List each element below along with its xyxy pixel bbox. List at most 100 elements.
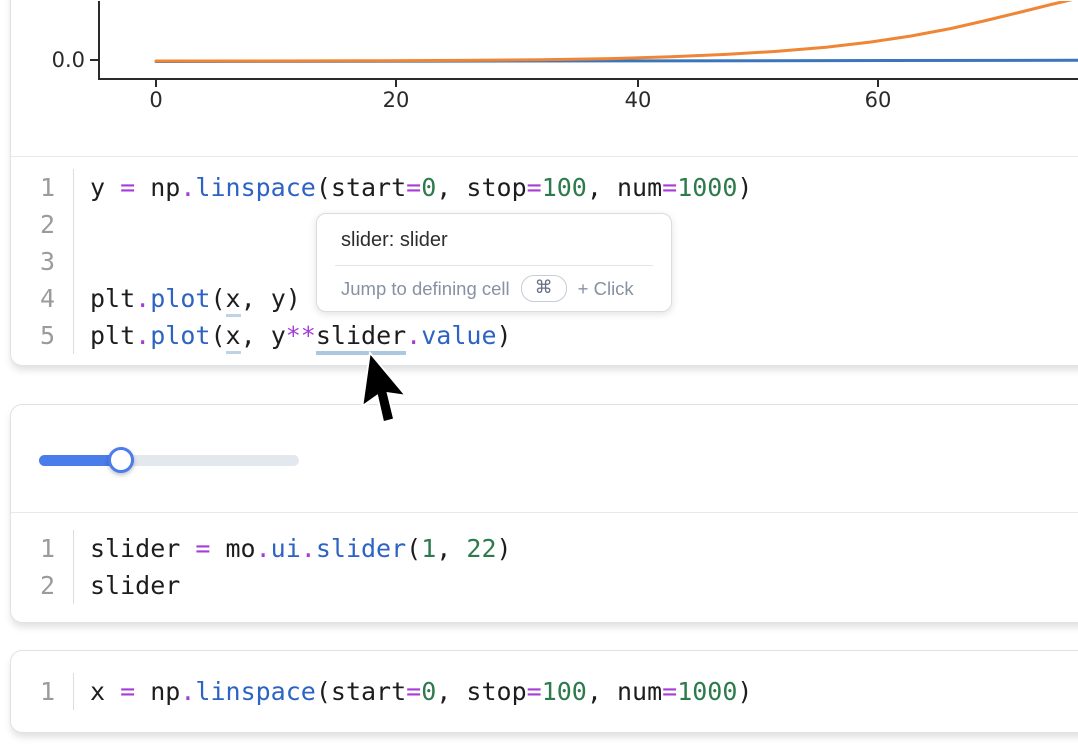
- y-axis-tick: [90, 59, 98, 61]
- x-axis-tick: [877, 80, 879, 87]
- code-token: =: [120, 173, 135, 202]
- code-text: y = np.linspace(start=0, stop=100, num=1…: [74, 169, 752, 206]
- code-token: =: [406, 173, 421, 202]
- code-token: plt: [90, 284, 135, 313]
- code-editor-x[interactable]: 1x = np.linspace(start=0, stop=100, num=…: [11, 673, 1078, 710]
- code-text: slider = mo.ui.slider(1, 22): [74, 530, 512, 567]
- code-token: [135, 173, 150, 202]
- code-token: [256, 321, 271, 350]
- line-number: 2: [11, 567, 74, 604]
- variable-reference[interactable]: x: [226, 321, 241, 354]
- variable-tooltip: slider: slider Jump to defining cell ⌘ +…: [316, 213, 672, 312]
- code-token: =: [527, 173, 542, 202]
- code-token: ,: [436, 534, 451, 563]
- slider-track[interactable]: [39, 455, 299, 466]
- code-token: linspace: [195, 677, 315, 706]
- code-token: mo: [226, 534, 256, 563]
- code-token: .: [180, 677, 195, 706]
- code-token: [135, 677, 150, 706]
- code-token: [105, 677, 120, 706]
- code-token: ): [286, 284, 301, 313]
- code-token: y: [90, 173, 105, 202]
- code-token: [451, 534, 466, 563]
- x-tick-label: 60: [843, 88, 913, 112]
- code-token: =: [527, 677, 542, 706]
- code-token: ): [497, 321, 512, 350]
- code-token: y: [271, 284, 286, 313]
- code-line[interactable]: 1slider = mo.ui.slider(1, 22): [11, 530, 1078, 567]
- code-token: np: [150, 677, 180, 706]
- line-number: 2: [11, 206, 74, 243]
- code-token: .: [256, 534, 271, 563]
- code-token: np: [150, 173, 180, 202]
- code-text: plt.plot(x, y): [74, 280, 301, 317]
- code-token: 1000: [677, 173, 737, 202]
- line-number: 1: [11, 673, 74, 710]
- x-axis-tick: [395, 80, 397, 87]
- code-token: [451, 173, 466, 202]
- line-number: 1: [11, 169, 74, 206]
- code-token: =: [195, 534, 210, 563]
- code-token: slider: [316, 534, 406, 563]
- command-key-icon: ⌘: [521, 275, 567, 302]
- plot-lines: [98, 1, 1078, 81]
- code-token: slider: [90, 571, 180, 600]
- x-tick-label: 40: [603, 88, 673, 112]
- code-token: =: [662, 677, 677, 706]
- code-token: **: [286, 321, 316, 350]
- code-text: [74, 206, 90, 243]
- code-token: 0: [421, 677, 436, 706]
- code-token: ): [737, 677, 752, 706]
- x-axis-tick: [155, 80, 157, 87]
- code-token: [210, 534, 225, 563]
- code-token: stop: [466, 677, 526, 706]
- code-token: [180, 534, 195, 563]
- slider-thumb[interactable]: [108, 447, 134, 473]
- code-line[interactable]: 1x = np.linspace(start=0, stop=100, num=…: [11, 673, 1078, 710]
- code-token: 0: [421, 173, 436, 202]
- code-token: (: [210, 321, 225, 350]
- code-token: plt: [90, 321, 135, 350]
- code-token: [256, 284, 271, 313]
- code-token: ,: [241, 321, 256, 350]
- code-token: [602, 677, 617, 706]
- y-tick-label: 0.0: [37, 48, 85, 72]
- code-token: .: [180, 173, 195, 202]
- tooltip-title: slider: slider: [317, 214, 671, 265]
- marimo-notebook: { "chart": { "y_tick_label": "0.0", "x_t…: [0, 0, 1078, 746]
- code-token: stop: [466, 173, 526, 202]
- code-token: plot: [150, 321, 210, 350]
- code-token: value: [421, 321, 496, 350]
- code-token: [602, 173, 617, 202]
- code-token: .: [135, 321, 150, 350]
- mouse-cursor-icon: [356, 350, 416, 431]
- code-text: plt.plot(x, y**slider.value): [74, 317, 512, 354]
- code-token: 1000: [677, 677, 737, 706]
- code-text: [74, 243, 90, 280]
- code-token: ,: [436, 677, 451, 706]
- code-editor-slider[interactable]: 1slider = mo.ui.slider(1, 22)2slider: [11, 530, 1078, 604]
- code-token: 1: [421, 534, 436, 563]
- code-token: (: [316, 677, 331, 706]
- code-token: start: [331, 677, 406, 706]
- x-tick-label: 0: [121, 88, 191, 112]
- line-number: 3: [11, 243, 74, 280]
- code-token: num: [617, 173, 662, 202]
- code-token: .: [135, 284, 150, 313]
- code-line[interactable]: 1y = np.linspace(start=0, stop=100, num=…: [11, 169, 1078, 206]
- code-line[interactable]: 5plt.plot(x, y**slider.value): [11, 317, 1078, 354]
- code-token: 22: [466, 534, 496, 563]
- code-token: (: [210, 284, 225, 313]
- x-axis-tick: [637, 80, 639, 87]
- code-token: ): [497, 534, 512, 563]
- code-token: 100: [542, 173, 587, 202]
- code-token: ,: [436, 173, 451, 202]
- code-token: num: [617, 677, 662, 706]
- code-line[interactable]: 2 slider: [11, 567, 1078, 604]
- code-token: start: [331, 173, 406, 202]
- output-code-divider: [11, 512, 1078, 513]
- code-token: plot: [150, 284, 210, 313]
- line-series-orange: [156, 1, 1078, 61]
- variable-reference[interactable]: x: [226, 284, 241, 317]
- variable-reference[interactable]: slider: [316, 321, 406, 355]
